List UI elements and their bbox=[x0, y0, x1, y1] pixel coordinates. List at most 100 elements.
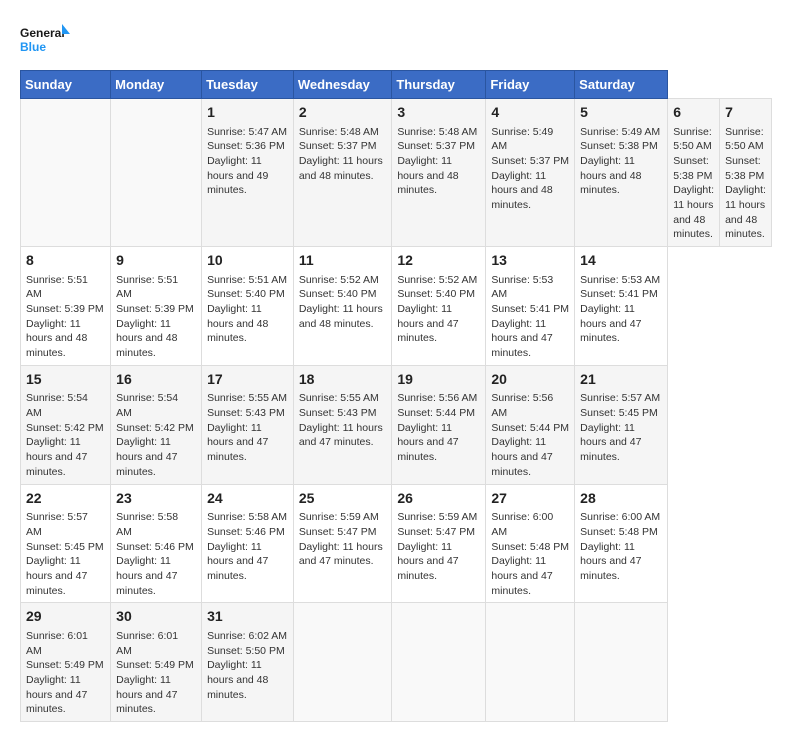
day-number: 1 bbox=[207, 103, 288, 123]
sunrise-text: Sunrise: 5:52 AM bbox=[299, 273, 387, 288]
weekday-header: Thursday bbox=[392, 71, 486, 99]
sunrise-text: Sunrise: 5:59 AM bbox=[397, 510, 480, 525]
daylight-text: Daylight: 11 hours and 47 minutes. bbox=[26, 673, 105, 717]
sunset-text: Sunset: 5:36 PM bbox=[207, 139, 288, 154]
day-number: 22 bbox=[26, 489, 105, 509]
sunrise-text: Sunrise: 6:00 AM bbox=[580, 510, 662, 525]
calendar-day-cell: 21Sunrise: 5:57 AMSunset: 5:45 PMDayligh… bbox=[575, 365, 668, 484]
sunset-text: Sunset: 5:44 PM bbox=[397, 406, 480, 421]
logo: General Blue bbox=[20, 20, 70, 60]
daylight-text: Daylight: 11 hours and 47 minutes. bbox=[299, 540, 387, 569]
day-number: 28 bbox=[580, 489, 662, 509]
sunset-text: Sunset: 5:48 PM bbox=[580, 525, 662, 540]
calendar-day-cell: 3Sunrise: 5:48 AMSunset: 5:37 PMDaylight… bbox=[392, 99, 486, 247]
sunrise-text: Sunrise: 5:47 AM bbox=[207, 125, 288, 140]
weekday-header: Wednesday bbox=[293, 71, 392, 99]
sunset-text: Sunset: 5:38 PM bbox=[725, 154, 766, 183]
sunrise-text: Sunrise: 6:00 AM bbox=[491, 510, 569, 539]
sunset-text: Sunset: 5:46 PM bbox=[207, 525, 288, 540]
calendar-day-cell: 11Sunrise: 5:52 AMSunset: 5:40 PMDayligh… bbox=[293, 247, 392, 366]
sunrise-text: Sunrise: 6:01 AM bbox=[26, 629, 105, 658]
sunrise-text: Sunrise: 5:53 AM bbox=[491, 273, 569, 302]
day-number: 14 bbox=[580, 251, 662, 271]
calendar-day-cell: 18Sunrise: 5:55 AMSunset: 5:43 PMDayligh… bbox=[293, 365, 392, 484]
daylight-text: Daylight: 11 hours and 48 minutes. bbox=[397, 154, 480, 198]
svg-text:General: General bbox=[20, 26, 65, 40]
calendar-day-cell: 26Sunrise: 5:59 AMSunset: 5:47 PMDayligh… bbox=[392, 484, 486, 603]
weekday-header: Monday bbox=[111, 71, 202, 99]
calendar-day-cell: 2Sunrise: 5:48 AMSunset: 5:37 PMDaylight… bbox=[293, 99, 392, 247]
day-number: 13 bbox=[491, 251, 569, 271]
day-number: 6 bbox=[673, 103, 714, 123]
daylight-text: Daylight: 11 hours and 47 minutes. bbox=[397, 421, 480, 465]
day-number: 17 bbox=[207, 370, 288, 390]
daylight-text: Daylight: 11 hours and 48 minutes. bbox=[299, 302, 387, 331]
sunset-text: Sunset: 5:45 PM bbox=[26, 540, 105, 555]
daylight-text: Daylight: 11 hours and 47 minutes. bbox=[116, 673, 196, 717]
calendar-table: SundayMondayTuesdayWednesdayThursdayFrid… bbox=[20, 70, 772, 722]
calendar-day-cell: 20Sunrise: 5:56 AMSunset: 5:44 PMDayligh… bbox=[486, 365, 575, 484]
sunset-text: Sunset: 5:38 PM bbox=[673, 154, 714, 183]
sunset-text: Sunset: 5:49 PM bbox=[116, 658, 196, 673]
day-number: 10 bbox=[207, 251, 288, 271]
calendar-day-cell: 27Sunrise: 6:00 AMSunset: 5:48 PMDayligh… bbox=[486, 484, 575, 603]
calendar-day-cell: 1 Sunrise: 5:47 AMSunset: 5:36 PMDaylight… bbox=[202, 99, 294, 247]
sunset-text: Sunset: 5:42 PM bbox=[116, 421, 196, 436]
weekday-header: Sunday bbox=[21, 71, 111, 99]
weekday-header: Tuesday bbox=[202, 71, 294, 99]
empty-day-cell bbox=[392, 603, 486, 722]
sunset-text: Sunset: 5:37 PM bbox=[299, 139, 387, 154]
sunset-text: Sunset: 5:44 PM bbox=[491, 421, 569, 436]
sunrise-text: Sunrise: 6:01 AM bbox=[116, 629, 196, 658]
calendar-day-cell: 25Sunrise: 5:59 AMSunset: 5:47 PMDayligh… bbox=[293, 484, 392, 603]
sunrise-text: Sunrise: 5:59 AM bbox=[299, 510, 387, 525]
calendar-day-cell: 19Sunrise: 5:56 AMSunset: 5:44 PMDayligh… bbox=[392, 365, 486, 484]
day-number: 27 bbox=[491, 489, 569, 509]
day-number: 15 bbox=[26, 370, 105, 390]
daylight-text: Daylight: 11 hours and 49 minutes. bbox=[207, 154, 288, 198]
calendar-day-cell: 9Sunrise: 5:51 AMSunset: 5:39 PMDaylight… bbox=[111, 247, 202, 366]
daylight-text: Daylight: 11 hours and 48 minutes. bbox=[207, 302, 288, 346]
day-number: 26 bbox=[397, 489, 480, 509]
sunrise-text: Sunrise: 5:54 AM bbox=[26, 391, 105, 420]
sunrise-text: Sunrise: 5:53 AM bbox=[580, 273, 662, 288]
day-number: 7 bbox=[725, 103, 766, 123]
calendar-day-cell: 22Sunrise: 5:57 AMSunset: 5:45 PMDayligh… bbox=[21, 484, 111, 603]
sunset-text: Sunset: 5:43 PM bbox=[299, 406, 387, 421]
day-number: 9 bbox=[116, 251, 196, 271]
sunset-text: Sunset: 5:40 PM bbox=[207, 287, 288, 302]
day-number: 11 bbox=[299, 251, 387, 271]
calendar-day-cell: 28Sunrise: 6:00 AMSunset: 5:48 PMDayligh… bbox=[575, 484, 668, 603]
sunset-text: Sunset: 5:38 PM bbox=[580, 139, 662, 154]
sunset-text: Sunset: 5:42 PM bbox=[26, 421, 105, 436]
sunset-text: Sunset: 5:49 PM bbox=[26, 658, 105, 673]
daylight-text: Daylight: 11 hours and 47 minutes. bbox=[397, 540, 480, 584]
day-number: 12 bbox=[397, 251, 480, 271]
sunrise-text: Sunrise: 5:51 AM bbox=[116, 273, 196, 302]
calendar-day-cell: 5Sunrise: 5:49 AMSunset: 5:38 PMDaylight… bbox=[575, 99, 668, 247]
day-number: 2 bbox=[299, 103, 387, 123]
day-number: 20 bbox=[491, 370, 569, 390]
svg-text:Blue: Blue bbox=[20, 40, 46, 54]
calendar-day-cell: 13Sunrise: 5:53 AMSunset: 5:41 PMDayligh… bbox=[486, 247, 575, 366]
weekday-header: Friday bbox=[486, 71, 575, 99]
daylight-text: Daylight: 11 hours and 48 minutes. bbox=[673, 183, 714, 242]
calendar-day-cell: 14Sunrise: 5:53 AMSunset: 5:41 PMDayligh… bbox=[575, 247, 668, 366]
daylight-text: Daylight: 11 hours and 47 minutes. bbox=[580, 421, 662, 465]
sunset-text: Sunset: 5:47 PM bbox=[397, 525, 480, 540]
sunrise-text: Sunrise: 5:58 AM bbox=[207, 510, 288, 525]
calendar-day-cell: 17Sunrise: 5:55 AMSunset: 5:43 PMDayligh… bbox=[202, 365, 294, 484]
daylight-text: Daylight: 11 hours and 48 minutes. bbox=[580, 154, 662, 198]
daylight-text: Daylight: 11 hours and 48 minutes. bbox=[725, 183, 766, 242]
day-number: 24 bbox=[207, 489, 288, 509]
sunrise-text: Sunrise: 5:54 AM bbox=[116, 391, 196, 420]
sunrise-text: Sunrise: 5:50 AM bbox=[725, 125, 766, 154]
daylight-text: Daylight: 11 hours and 48 minutes. bbox=[116, 317, 196, 361]
calendar-day-cell: 7Sunrise: 5:50 AMSunset: 5:38 PMDaylight… bbox=[720, 99, 772, 247]
daylight-text: Daylight: 11 hours and 47 minutes. bbox=[491, 435, 569, 479]
sunset-text: Sunset: 5:39 PM bbox=[116, 302, 196, 317]
sunrise-text: Sunrise: 5:49 AM bbox=[580, 125, 662, 140]
sunset-text: Sunset: 5:41 PM bbox=[491, 302, 569, 317]
page-header: General Blue bbox=[20, 20, 772, 60]
daylight-text: Daylight: 11 hours and 47 minutes. bbox=[580, 540, 662, 584]
